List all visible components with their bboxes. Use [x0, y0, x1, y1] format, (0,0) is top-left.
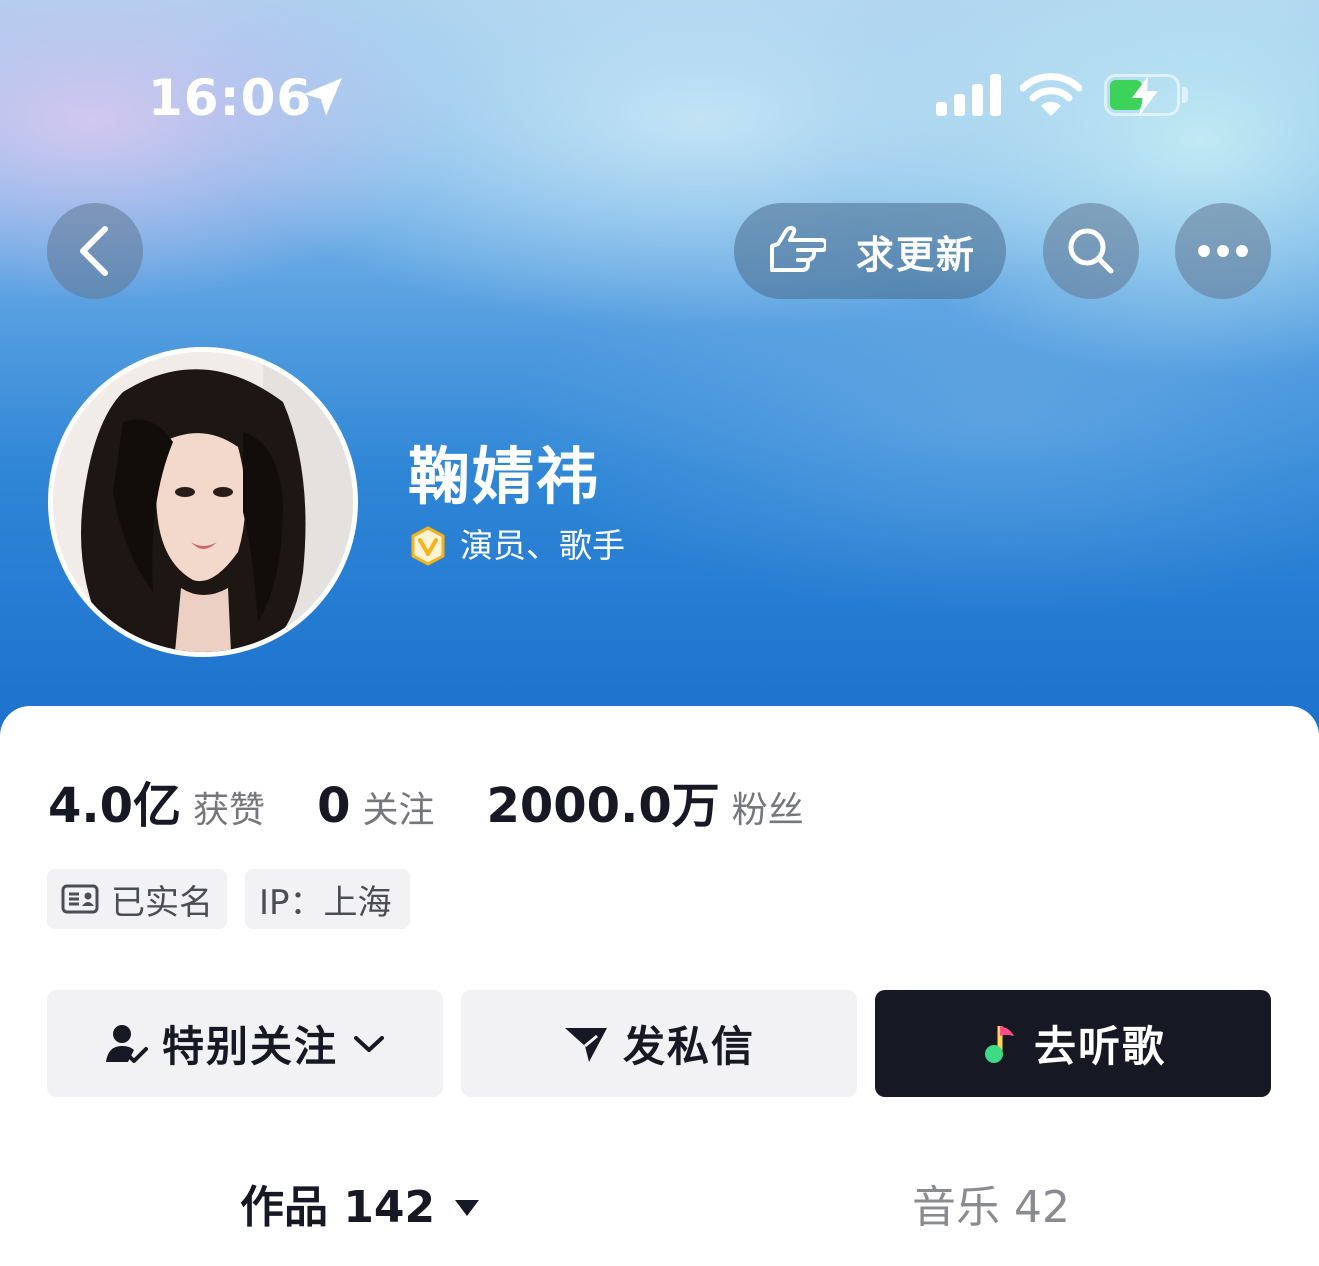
status-time: 16:06 — [148, 69, 313, 127]
likes-count[interactable]: 4.0亿 — [48, 766, 181, 836]
real-name-tag: 已实名 — [47, 869, 227, 929]
id-card-icon — [61, 884, 99, 914]
tab-music[interactable]: 音乐 42 — [912, 1180, 1070, 1236]
verified-description: 演员、歌手 — [460, 526, 625, 565]
chevron-down-icon — [354, 1035, 384, 1052]
music-note-icon — [984, 1025, 1014, 1063]
request-update-button[interactable]: 求更新 — [734, 203, 1006, 299]
listen-music-button[interactable]: 去听歌 — [875, 990, 1271, 1097]
profile-name: 鞠婧祎 — [408, 440, 601, 513]
search-button[interactable] — [1043, 203, 1139, 299]
cellular-signal-icon — [936, 74, 1002, 116]
verification-row: 演员、歌手 — [408, 526, 625, 566]
verified-badge-icon — [411, 526, 445, 566]
search-icon — [1068, 228, 1114, 274]
battery-charging-icon — [1104, 74, 1188, 116]
ip-location-label: IP：上海 — [259, 882, 392, 923]
listen-music-label: 去听歌 — [1033, 1022, 1166, 1071]
likes-label: 获赞 — [193, 790, 266, 831]
tab-works-label: 作品 142 — [240, 1182, 436, 1233]
send-message-label: 发私信 — [622, 1022, 755, 1071]
pointing-hand-icon — [770, 226, 826, 272]
tab-works[interactable]: 作品 142 — [240, 1180, 481, 1236]
wifi-icon — [1019, 72, 1083, 122]
followers-count[interactable]: 2000.0万 — [486, 766, 719, 836]
location-arrow-icon — [300, 74, 346, 124]
back-button[interactable] — [47, 203, 143, 299]
request-update-label: 求更新 — [856, 232, 977, 277]
real-name-label: 已实名 — [111, 882, 213, 923]
special-follow-label: 特别关注 — [161, 1022, 338, 1071]
following-label: 关注 — [362, 790, 435, 831]
caret-down-icon — [455, 1200, 480, 1216]
paper-plane-icon — [564, 1027, 607, 1062]
following-count[interactable]: 0 — [317, 778, 350, 834]
avatar[interactable] — [48, 347, 358, 657]
user-check-icon — [105, 1024, 148, 1063]
send-message-button[interactable]: 发私信 — [461, 990, 857, 1097]
chevron-left-icon — [80, 226, 108, 276]
ip-location-tag: IP：上海 — [245, 869, 410, 929]
avatar-portrait-image — [53, 352, 353, 652]
followers-label: 粉丝 — [731, 790, 804, 831]
special-follow-button[interactable]: 特别关注 — [47, 990, 443, 1097]
more-dots-icon — [1198, 245, 1248, 257]
tab-music-label: 音乐 42 — [912, 1182, 1070, 1233]
stats-row: 4.0亿 获赞 0 关注 2000.0万 粉丝 — [48, 766, 856, 836]
more-button[interactable] — [1175, 203, 1271, 299]
